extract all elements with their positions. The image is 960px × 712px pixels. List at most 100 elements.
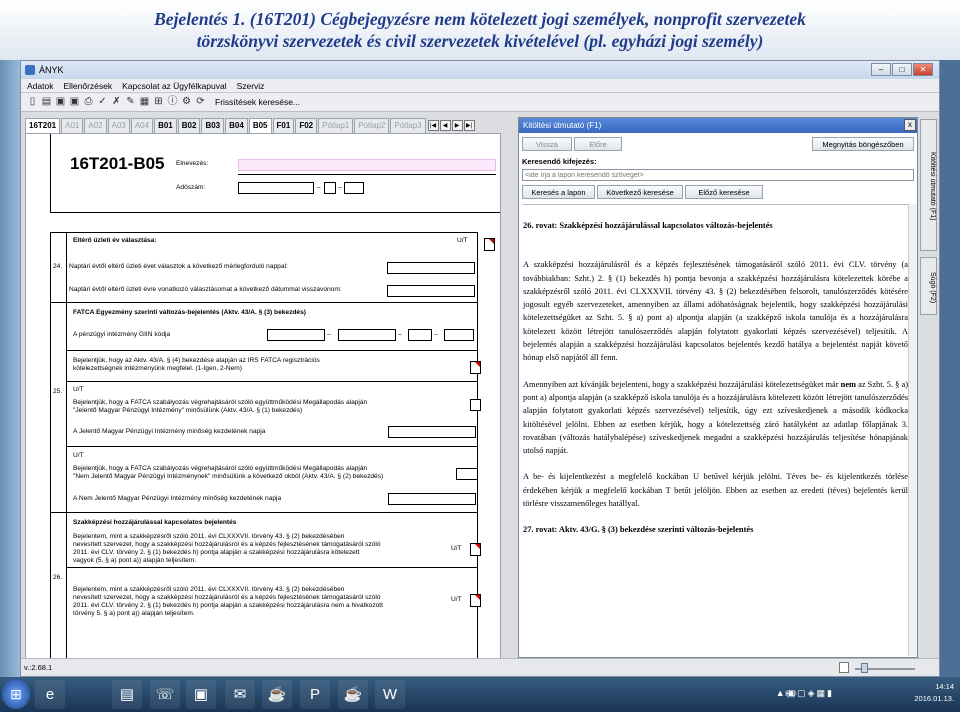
tab-b02[interactable]: B02 <box>177 118 201 133</box>
tray-icons[interactable]: ▲▣▢◈▦▮ <box>776 687 834 699</box>
tab-potlap3[interactable]: Pótlap3 <box>390 118 426 133</box>
menu-adatok[interactable]: Adatok <box>27 81 53 91</box>
side-tab-help[interactable]: Súgó (F2) <box>920 257 937 315</box>
tab-b01[interactable]: B01 <box>154 118 177 133</box>
edit-icon[interactable]: ✎ <box>125 96 136 108</box>
help-paragraph-1: A szakképzési hozzájárulásról és a képzé… <box>523 260 908 363</box>
tax-number-field-3[interactable] <box>344 182 364 194</box>
search-page-button[interactable]: Keresés a lapon <box>522 185 595 199</box>
help-close-button[interactable]: x <box>904 119 916 131</box>
back-button[interactable]: Vissza <box>522 137 572 151</box>
giin-dash-3: – <box>434 331 438 338</box>
form-code: 16T201-B05 <box>70 154 165 173</box>
tab-first-button[interactable]: |◀ <box>427 120 439 131</box>
print-icon[interactable]: ⎙ <box>83 96 94 108</box>
open-in-browser-button[interactable]: Megnyitás böngészőben <box>812 137 914 151</box>
ut-box-24[interactable] <box>484 238 495 251</box>
ie-icon[interactable]: e <box>35 680 65 709</box>
window-titlebar[interactable]: ÁNYK – □ ✕ <box>21 61 939 79</box>
clock-time: 14:14 <box>935 682 954 691</box>
start-button[interactable]: ⊞ <box>2 679 30 709</box>
tab-next-button[interactable]: ▶ <box>451 120 463 131</box>
tab-b04[interactable]: B04 <box>225 118 248 133</box>
delete-icon[interactable]: ✗ <box>111 96 122 108</box>
line-25d-2: "Nem Jelentő Magyar Pénzügyi Intézményne… <box>73 473 384 480</box>
tab-a01[interactable]: A01 <box>61 118 84 133</box>
menu-kapcsolat[interactable]: Kapcsolat az Ügyfélkapuval <box>122 81 226 91</box>
side-tab-guide[interactable]: Kitöltési útmutató (F1) <box>920 119 937 251</box>
tab-f01[interactable]: F01 <box>272 118 295 133</box>
explorer-icon[interactable]: ▤ <box>112 680 142 709</box>
giin-field-4[interactable] <box>444 329 474 341</box>
tab-16t201[interactable]: 16T201 <box>25 118 61 133</box>
save-icon[interactable]: ▣ <box>55 96 66 108</box>
word-icon[interactable]: W <box>375 680 405 709</box>
menu-ellenorzesek[interactable]: Ellenőrzések <box>63 81 112 91</box>
date-field-24a[interactable] <box>387 262 475 274</box>
outlook-icon[interactable]: ✉ <box>225 680 255 709</box>
ut-label-25a: U/T <box>73 386 84 393</box>
search-prev-button[interactable]: Előző keresése <box>685 185 763 199</box>
tab-a02[interactable]: A02 <box>84 118 107 133</box>
help-scrollbar[interactable] <box>908 204 917 656</box>
window-title: ÁNYK <box>39 65 64 75</box>
line-26b-4: törvény 5. § a) pont a)) alapján teljesí… <box>73 610 195 617</box>
tab-potlap1[interactable]: Pótlap1 <box>318 118 354 133</box>
zoom-reset-icon[interactable] <box>839 662 849 673</box>
java-icon-2[interactable]: ☕ <box>338 680 368 709</box>
info-icon[interactable]: ⓘ <box>167 96 178 108</box>
zoom-slider-handle[interactable] <box>861 663 868 673</box>
giin-field-3[interactable] <box>408 329 432 341</box>
tab-potlap2[interactable]: Pótlap2 <box>354 118 390 133</box>
tab-b05[interactable]: B05 <box>248 118 272 133</box>
refresh-icon[interactable]: ⟳ <box>195 96 206 108</box>
giin-field-2[interactable] <box>338 329 396 341</box>
ut-label-26a: U/T <box>451 545 462 552</box>
tab-last-button[interactable]: ▶| <box>463 120 475 131</box>
tab-f02[interactable]: F02 <box>295 118 318 133</box>
fatca-irs-box[interactable] <box>470 361 481 374</box>
menu-szerviz[interactable]: Szerviz <box>237 81 265 91</box>
help-paragraph-2-bold: nem <box>840 379 857 389</box>
date-field-25c[interactable] <box>388 426 476 438</box>
section-24-title: Eltérő üzleti év választása: <box>73 237 157 244</box>
nem-jelento-reason-field[interactable] <box>456 468 478 480</box>
minimize-button[interactable]: – <box>871 63 891 76</box>
tab-b03[interactable]: B03 <box>201 118 225 133</box>
line-26a-3: 2011. évi CLV. törvény 2. § (1) bekezdés… <box>73 549 360 556</box>
tab-a04[interactable]: A04 <box>130 118 154 133</box>
ut-box-26a[interactable] <box>470 543 481 556</box>
phone-icon[interactable]: ☏ <box>150 680 180 709</box>
help-content: 26. rovat: Szakképzési hozzájárulással k… <box>522 204 908 654</box>
forward-button[interactable]: Előre <box>574 137 622 151</box>
giin-field-1[interactable] <box>267 329 325 341</box>
settings-icon[interactable]: ⚙ <box>181 96 192 108</box>
app-icon-green[interactable]: ▣ <box>186 680 216 709</box>
refresh-search-button[interactable]: Frissítések keresése... <box>215 97 300 107</box>
java-icon[interactable]: ☕ <box>262 680 292 709</box>
save-as-icon[interactable]: ▣ <box>69 96 80 108</box>
table-top-line <box>50 232 478 233</box>
divider-26a <box>66 567 477 568</box>
attachment-icon[interactable]: ⊞ <box>153 96 164 108</box>
search-input[interactable] <box>522 169 914 181</box>
tab-a03[interactable]: A03 <box>107 118 130 133</box>
line-26b-2: nevesített szervezet, hogy a szakképzési… <box>73 594 381 601</box>
ut-box-26b[interactable] <box>470 594 481 607</box>
name-field[interactable] <box>238 159 496 171</box>
tax-number-field-1[interactable] <box>238 182 314 194</box>
powerpoint-icon[interactable]: P <box>300 680 330 709</box>
search-next-button[interactable]: Következő keresése <box>597 185 683 199</box>
check-icon[interactable]: ✓ <box>97 96 108 108</box>
date-field-24b[interactable] <box>387 285 475 297</box>
date-field-25e[interactable] <box>388 493 476 505</box>
calculator-icon[interactable]: ▦ <box>139 96 150 108</box>
new-icon[interactable]: ▯ <box>27 96 38 108</box>
open-folder-icon[interactable]: ▤ <box>41 96 52 108</box>
tax-number-field-2[interactable] <box>324 182 336 194</box>
maximize-button[interactable]: □ <box>892 63 912 76</box>
jelento-box[interactable] <box>470 399 481 411</box>
form-page: 16T201-B05 Elnevezés: Adószám: – – Eltér… <box>25 133 501 671</box>
tab-prev-button[interactable]: ◀ <box>439 120 451 131</box>
close-button[interactable]: ✕ <box>913 63 933 76</box>
